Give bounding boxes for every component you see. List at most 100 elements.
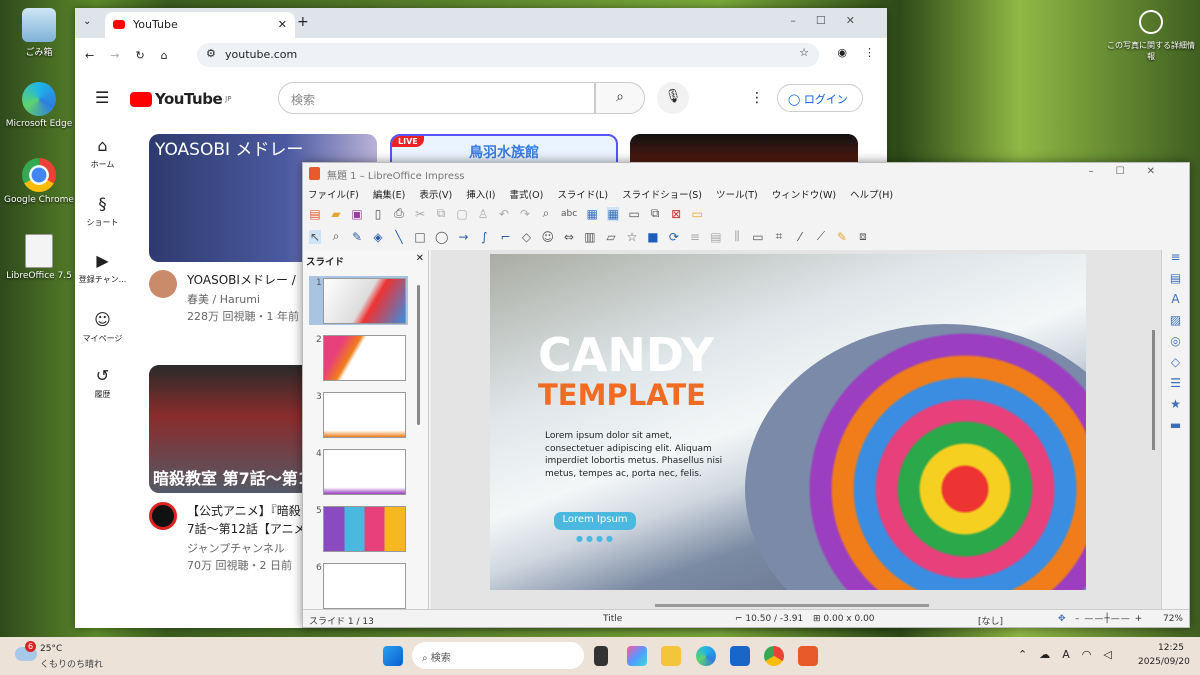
fill-color-icon[interactable]: ◈ [372, 230, 384, 244]
desktop-icon-edge[interactable]: Microsoft Edge [4, 82, 74, 129]
chrome-taskbar-icon[interactable] [764, 646, 784, 666]
task-view-icon[interactable] [594, 646, 608, 666]
export-pdf-icon[interactable]: ▯ [372, 207, 384, 221]
fit-slide-icon[interactable]: ✥ [1058, 614, 1066, 624]
slide-thumbnail[interactable] [323, 335, 406, 381]
paste-icon[interactable]: ▢ [456, 207, 468, 221]
ellipse-icon[interactable]: ◯ [435, 230, 448, 244]
yt-search-input[interactable]: 検索 [278, 82, 595, 114]
channel-avatar[interactable] [149, 270, 177, 298]
shadow-icon[interactable]: ▭ [752, 230, 764, 244]
animation-icon[interactable]: ☰ [1162, 376, 1189, 397]
clock-date[interactable]: 2025/09/20 [1138, 657, 1190, 667]
system-tray-icons[interactable]: ⌃☁A◠◁ [1018, 648, 1124, 661]
slide-subtitle[interactable]: TEMPLATE [538, 378, 706, 412]
menu-item[interactable]: 表示(V) [419, 187, 452, 201]
curve-icon[interactable]: ∫ [478, 230, 490, 244]
yt-nav-you[interactable]: ☺ マイページ [75, 310, 130, 344]
3d-objects-icon[interactable]: ■ [647, 230, 659, 244]
yt-menu-icon[interactable]: ☰ [95, 88, 109, 107]
yt-nav-shorts[interactable]: § ショート [75, 194, 130, 228]
slide-thumbnail[interactable] [323, 449, 406, 495]
current-slide[interactable]: CANDY TEMPLATE Lorem ipsum dolor sit ame… [490, 254, 1086, 590]
display-views-icon[interactable]: ▭ [628, 207, 640, 221]
video-title[interactable]: YOASOBIメドレー / [187, 271, 296, 288]
basic-shapes-icon[interactable]: ◇ [520, 230, 532, 244]
forward-icon[interactable]: → [110, 49, 119, 62]
chrome-menu-icon[interactable]: ⋮ [864, 46, 875, 59]
home-icon[interactable]: ⌂ [161, 49, 168, 62]
impress-taskbar-icon[interactable] [798, 646, 818, 666]
slide-transition-icon[interactable]: ★ [1162, 397, 1189, 418]
align-icon[interactable]: ≡ [689, 230, 701, 244]
rectangle-icon[interactable]: □ [414, 230, 426, 244]
line-color-icon[interactable]: ✎ [351, 230, 363, 244]
slide-thumbnail[interactable] [323, 563, 406, 609]
points-icon[interactable]: ⟋ [815, 229, 827, 244]
select-icon[interactable]: ↖ [309, 229, 321, 244]
menu-item[interactable]: スライドショー(S) [622, 187, 702, 201]
channel-avatar[interactable] [149, 502, 177, 530]
slide-layout-icon[interactable]: ▭ [691, 207, 703, 221]
bookmark-star-icon[interactable]: ☆ [799, 46, 809, 59]
line-icon[interactable]: ╲ [393, 230, 405, 244]
slide-thumbnail[interactable] [323, 278, 406, 324]
profile-icon[interactable]: ◉ [837, 46, 847, 59]
crop-icon[interactable]: ⌗ [773, 229, 785, 244]
new-icon[interactable]: ▤ [309, 207, 321, 221]
store-icon[interactable] [730, 646, 750, 666]
menu-item[interactable]: 編集(E) [373, 187, 405, 201]
master-slides-icon[interactable]: ▬ [1162, 418, 1189, 439]
video-title[interactable]: 【公式アニメ】『暗殺 [187, 502, 301, 519]
gallery-icon[interactable]: ▨ [1162, 313, 1189, 334]
window-controls[interactable]: –☐✕ [790, 14, 875, 27]
print-icon[interactable]: ⎙ [393, 206, 405, 221]
filter-icon[interactable]: ⁄ [794, 230, 806, 244]
close-tab-icon[interactable]: ✕ [278, 18, 287, 31]
copy-icon[interactable]: ⧉ [435, 206, 447, 221]
taskbar-search[interactable]: ⌕ 検索 [412, 642, 584, 669]
video-thumbnail[interactable] [630, 134, 858, 164]
redo-icon[interactable]: ↷ [519, 207, 531, 221]
photo-info-button[interactable]: この写真に関する詳細情報 [1105, 10, 1197, 62]
callout-icon[interactable]: ▱ [605, 230, 617, 244]
slide-thumbnail[interactable] [323, 506, 406, 552]
properties-icon[interactable]: ▤ [1162, 271, 1189, 292]
find-replace-icon[interactable]: ⌕ [540, 206, 552, 221]
desktop-icon-recycle-bin[interactable]: ごみ箱 [4, 8, 74, 58]
clone-format-icon[interactable]: ♙ [477, 207, 489, 221]
grid-icon[interactable]: ▦ [586, 207, 598, 221]
yt-search-button[interactable]: ⌕ [595, 82, 645, 114]
menu-item[interactable]: スライド(L) [557, 187, 608, 201]
slide-body-text[interactable]: Lorem ipsum dolor sit amet, consectetuer… [545, 430, 725, 480]
yt-nav-history[interactable]: ↺ 履歴 [75, 366, 130, 400]
back-icon[interactable]: ← [85, 49, 94, 62]
tab-youtube[interactable]: YouTube ✕ [105, 12, 295, 38]
desktop-icon-chrome[interactable]: Google Chrome [4, 158, 74, 205]
slide-button-shape[interactable]: Lorem Ipsum [554, 512, 636, 530]
weather-desc[interactable]: くもりのち晴れ [40, 657, 103, 670]
undo-icon[interactable]: ↶ [498, 207, 510, 221]
new-tab-button[interactable]: + [297, 14, 309, 30]
login-button[interactable]: ◯ ログイン [777, 84, 863, 112]
block-arrows-icon[interactable]: ⇔ [563, 230, 575, 244]
video-channel[interactable]: ジャンプチャンネル [187, 540, 285, 556]
video-thumbnail-live[interactable]: LIVE 鳥羽水族館 [390, 134, 618, 164]
symbol-shapes-icon[interactable]: ☺ [541, 230, 554, 244]
glue-points-icon[interactable]: ✎ [836, 230, 848, 244]
shapes-icon[interactable]: ◇ [1162, 355, 1189, 376]
yt-settings-icon[interactable]: ⋮ [750, 90, 764, 106]
menu-item[interactable]: ウィンドウ(W) [772, 187, 836, 201]
clock-time[interactable]: 12:25 [1158, 643, 1184, 653]
zoom-level[interactable]: 72% [1163, 614, 1183, 624]
slide-panel-scrollbar[interactable] [417, 285, 420, 425]
toggle-extrusion-icon[interactable]: ⧈ [857, 229, 869, 244]
slide-title[interactable]: CANDY [538, 332, 714, 378]
horizontal-scrollbar[interactable] [655, 604, 929, 607]
menu-icon[interactable]: ≡ [1162, 250, 1189, 271]
distribute-icon[interactable]: ⫼ [731, 229, 743, 244]
zoom-slider[interactable]: – ——┼—— + [1075, 614, 1143, 624]
navigator-icon[interactable]: ◎ [1162, 334, 1189, 355]
menu-item[interactable]: 書式(O) [509, 187, 543, 201]
arrow-icon[interactable]: → [457, 230, 469, 244]
